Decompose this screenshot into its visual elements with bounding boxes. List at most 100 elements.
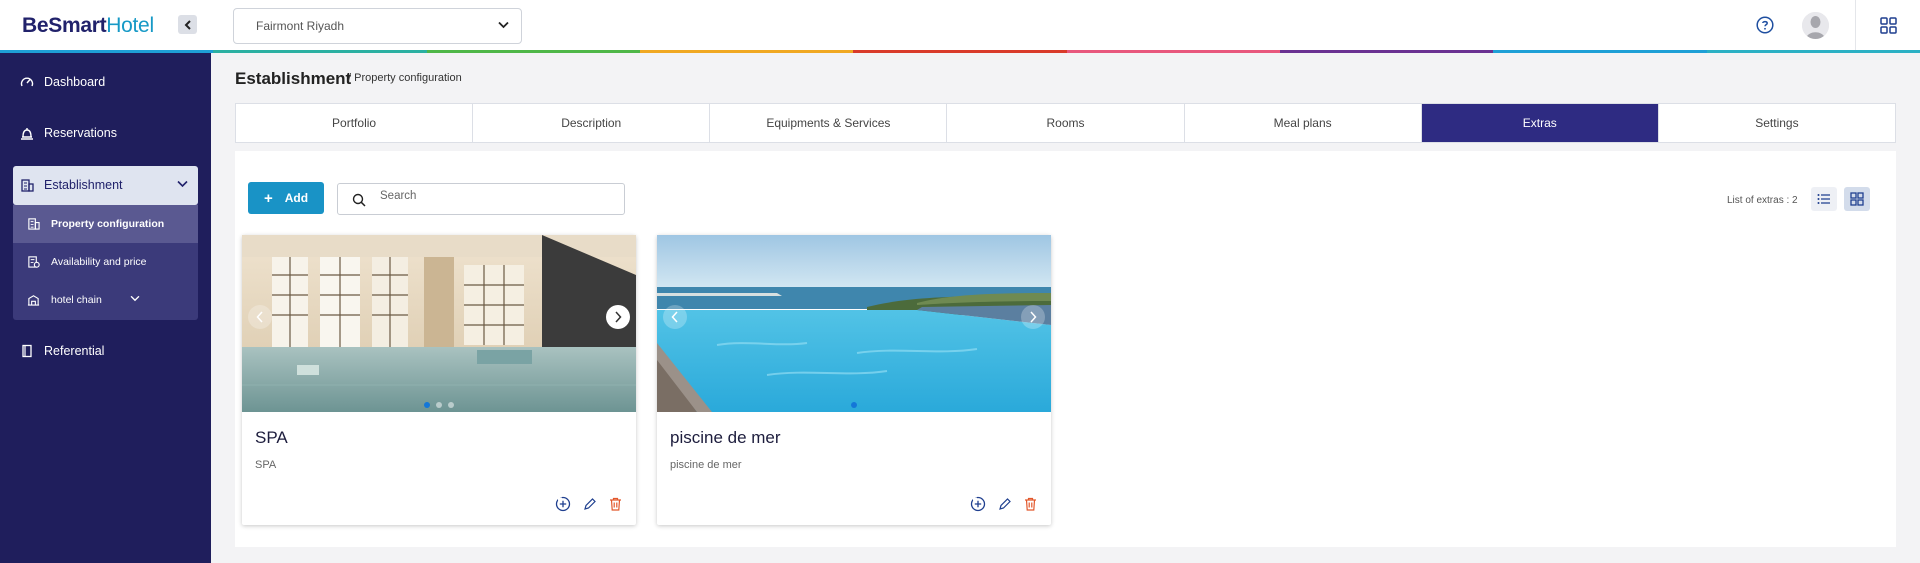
carousel-prev-button[interactable] — [663, 305, 687, 329]
carousel-indicators — [657, 402, 1051, 408]
extra-card: piscine de mer piscine de mer — [657, 235, 1051, 525]
breadcrumb: / Property configuration — [348, 72, 462, 84]
sidebar-item-referential[interactable]: Referential — [0, 336, 211, 366]
building-icon — [28, 218, 40, 230]
price-icon — [28, 256, 40, 268]
add-circle-icon[interactable] — [555, 496, 571, 512]
grid-icon — [1850, 192, 1864, 206]
chevron-right-icon — [615, 311, 622, 323]
carousel-dot[interactable] — [448, 402, 454, 408]
add-button-label: Add — [284, 191, 309, 205]
add-extra-button[interactable]: + Add — [248, 182, 324, 214]
chevron-left-icon — [671, 311, 678, 323]
top-bar: BeSmartHotel Fairmont Riyadh — [0, 0, 1920, 50]
extra-description: piscine de mer — [670, 459, 742, 471]
sidebar-item-label: Reservations — [44, 126, 117, 140]
logo-text-hotel: Hotel — [106, 14, 154, 37]
plus-icon: + — [263, 189, 273, 207]
rainbow-segment — [1066, 50, 1280, 53]
search-field — [337, 183, 625, 215]
carousel-dot[interactable] — [424, 402, 430, 408]
building-icon — [21, 179, 34, 192]
rainbow-segment — [639, 50, 854, 53]
tab-equipments-services[interactable]: Equipments & Services — [710, 104, 948, 142]
search-icon — [352, 193, 366, 207]
sidebar-item-reservations[interactable]: Reservations — [0, 118, 211, 148]
chevron-left-icon — [184, 19, 191, 30]
edit-pencil-icon[interactable] — [583, 497, 597, 511]
add-circle-icon[interactable] — [970, 496, 986, 512]
extras-panel: + Add List of extras : 2 — [235, 151, 1896, 547]
carousel-next-button[interactable] — [1021, 305, 1045, 329]
trash-icon[interactable] — [1024, 497, 1037, 511]
rainbow-segment — [426, 50, 640, 53]
list-count: List of extras : 2 — [1727, 195, 1798, 206]
tab-rooms[interactable]: Rooms — [947, 104, 1185, 142]
carousel-dot[interactable] — [851, 402, 857, 408]
sidebar-item-hotel-chain[interactable]: hotel chain — [13, 281, 198, 319]
chevron-down-icon — [130, 295, 140, 302]
list-icon — [1817, 194, 1830, 204]
user-silhouette-icon — [1802, 12, 1829, 39]
extra-title: piscine de mer — [670, 428, 781, 447]
sidebar-item-dashboard[interactable]: Dashboard — [0, 67, 211, 97]
rainbow-divider — [0, 50, 1920, 53]
carousel-prev-button[interactable] — [248, 305, 272, 329]
hotel-selector-value: Fairmont Riyadh — [256, 19, 345, 33]
carousel-indicators — [242, 402, 636, 408]
search-input[interactable] — [380, 190, 610, 202]
apps-grid-icon[interactable] — [1880, 17, 1897, 34]
chevron-right-icon — [1030, 311, 1037, 323]
rainbow-segment — [853, 50, 1067, 53]
tab-portfolio[interactable]: Portfolio — [236, 104, 474, 142]
tab-extras[interactable]: Extras — [1421, 104, 1659, 142]
tab-bar: Portfolio Description Equipments & Servi… — [235, 103, 1896, 143]
top-bar-divider — [1855, 0, 1856, 50]
sidebar-item-label: Establishment — [44, 178, 123, 192]
extra-actions — [970, 496, 1037, 512]
hotel-selector[interactable]: Fairmont Riyadh — [233, 8, 522, 44]
extra-description: SPA — [255, 459, 277, 471]
sidebar-item-availability-and-price[interactable]: Availability and price — [13, 243, 198, 281]
tab-settings[interactable]: Settings — [1659, 104, 1895, 142]
logo-text-besmart: BeSmart — [22, 14, 107, 37]
extra-actions — [555, 496, 622, 512]
rainbow-segment — [213, 50, 427, 53]
page-title: Establishment — [235, 69, 352, 88]
help-icon[interactable] — [1756, 16, 1774, 34]
collapse-sidebar-button[interactable] — [178, 15, 197, 34]
edit-pencil-icon[interactable] — [998, 497, 1012, 511]
list-view-button[interactable] — [1811, 187, 1837, 211]
extra-image-carousel[interactable] — [657, 235, 1051, 412]
besmart-logo[interactable]: BeSmartHotel — [22, 14, 154, 38]
extra-title: SPA — [255, 428, 288, 447]
chevron-down-icon — [498, 21, 509, 29]
hotel-icon — [27, 295, 40, 306]
rainbow-segment — [1279, 50, 1494, 53]
infinity-pool-photo — [657, 235, 1051, 412]
sidebar-item-label: Property configuration — [51, 218, 165, 230]
sidebar-item-label: Availability and price — [51, 256, 147, 268]
rainbow-segment — [1706, 50, 1920, 53]
carousel-dot[interactable] — [436, 402, 442, 408]
sidebar: Dashboard Reservations Establishment Pro… — [0, 53, 211, 563]
sidebar-item-property-configuration[interactable]: Property configuration — [13, 205, 198, 243]
tab-description[interactable]: Description — [473, 104, 711, 142]
sidebar-item-establishment[interactable]: Establishment — [13, 166, 198, 205]
sidebar-item-label: Referential — [44, 344, 105, 358]
extra-card: SPA SPA — [242, 235, 636, 525]
extra-image-carousel[interactable] — [242, 235, 636, 412]
chevron-left-icon — [256, 311, 263, 323]
grid-view-button[interactable] — [1844, 187, 1870, 211]
user-avatar[interactable] — [1802, 12, 1829, 39]
carousel-next-button[interactable] — [606, 305, 630, 329]
bell-icon — [21, 128, 33, 140]
sidebar-group-establishment: Establishment Property configuration Ava… — [13, 166, 198, 320]
sidebar-item-label: hotel chain — [51, 294, 102, 306]
rainbow-segment — [1493, 50, 1707, 53]
spa-pool-photo — [242, 235, 636, 412]
tab-meal-plans[interactable]: Meal plans — [1185, 104, 1422, 142]
book-icon — [22, 344, 32, 358]
gauge-icon — [20, 77, 34, 87]
trash-icon[interactable] — [609, 497, 622, 511]
